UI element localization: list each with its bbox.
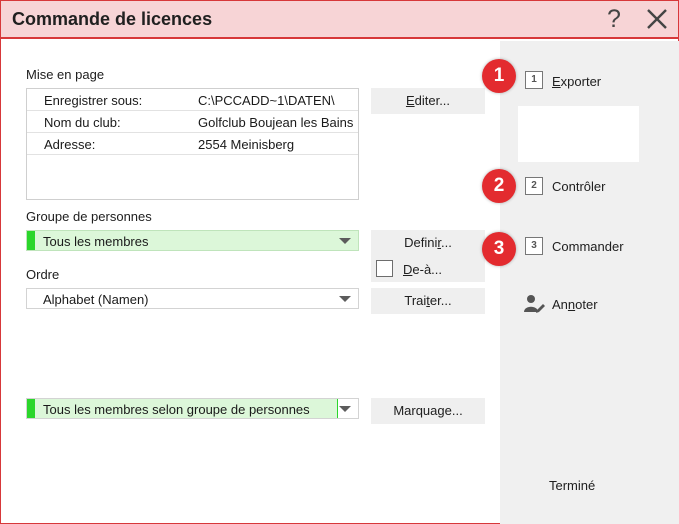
annotate-user-icon <box>524 295 545 313</box>
process-button[interactable]: Traiter... <box>371 288 485 314</box>
deselect-checkbox[interactable] <box>376 260 393 277</box>
chevron-down-icon[interactable] <box>339 238 351 244</box>
info-row: Nom du club: Golfclub Boujean les Bains <box>27 111 358 133</box>
info-key: Nom du club: <box>44 115 121 130</box>
info-value: Golfclub Boujean les Bains <box>198 115 354 130</box>
edit-button[interactable]: Editer... <box>371 88 485 114</box>
mark-select[interactable]: Tous les membres selon groupe de personn… <box>26 398 359 419</box>
group-section-label: Groupe de personnes <box>26 209 152 224</box>
check-button[interactable]: Contrôler <box>552 179 605 194</box>
export-number-icon: 1 <box>525 71 543 89</box>
order-number-icon: 3 <box>525 237 543 255</box>
step-1-badge: 1 <box>482 59 516 93</box>
group-select-value: Tous les membres <box>43 234 149 249</box>
title-bar: Commande de licences ? <box>1 1 678 39</box>
info-value: 2554 Meinisberg <box>198 137 295 152</box>
help-icon[interactable]: ? <box>601 4 627 34</box>
step-2-badge: 2 <box>482 169 516 203</box>
order-select[interactable]: Alphabet (Namen) <box>26 288 359 309</box>
group-select[interactable]: Tous les membres <box>26 230 359 251</box>
close-icon[interactable] <box>643 5 671 33</box>
info-row: Enregistrer sous: C:\PCCADD~1\DATEN\ <box>27 89 358 111</box>
info-row: Adresse: 2554 Meinisberg <box>27 133 358 155</box>
export-button[interactable]: Exporter <box>552 74 601 89</box>
order-button[interactable]: Commander <box>552 239 624 254</box>
define-button[interactable]: Definir... <box>371 230 485 256</box>
chevron-down-icon[interactable] <box>339 296 351 302</box>
info-key: Adresse: <box>44 137 96 152</box>
info-key: Enregistrer sous: <box>44 93 143 108</box>
dialog-window: Commande de licences ? Mise en page Enre… <box>0 0 679 524</box>
order-section-label: Ordre <box>26 267 60 282</box>
mark-select-value: Tous les membres selon groupe de personn… <box>43 402 310 417</box>
done-button[interactable]: Terminé <box>549 478 595 493</box>
preview-area <box>518 106 639 162</box>
layout-info-box: Enregistrer sous: C:\PCCADD~1\DATEN\ Nom… <box>26 88 359 200</box>
chevron-down-icon[interactable] <box>339 406 351 412</box>
step-3-badge: 3 <box>482 232 516 266</box>
info-value: C:\PCCADD~1\DATEN\ <box>198 93 335 108</box>
window-title: Commande de licences <box>12 9 213 29</box>
check-number-icon: 2 <box>525 177 543 195</box>
order-select-value: Alphabet (Namen) <box>43 292 149 307</box>
mark-color-strip <box>27 399 35 418</box>
layout-section-label: Mise en page <box>26 67 105 82</box>
annotate-button[interactable]: Annoter <box>552 297 598 312</box>
deselect-label[interactable]: De-à... <box>403 262 442 277</box>
mark-button[interactable]: Marquage... <box>371 398 485 424</box>
group-color-strip <box>27 231 35 250</box>
